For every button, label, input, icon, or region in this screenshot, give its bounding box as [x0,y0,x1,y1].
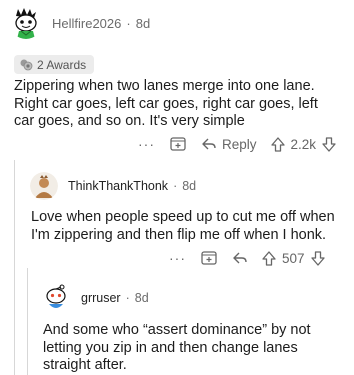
comment-1-body: Zippering when two lanes merge into one … [14,78,318,129]
comment-2-body: Love when people speed up to cut me off … [31,209,335,243]
reply-arrow-icon [233,252,247,264]
comment-1-actions: ··· Reply 2.2k [138,135,336,153]
reply-button[interactable] [232,251,248,265]
awards-badge[interactable]: 2 Awards [14,55,95,74]
more-icon[interactable]: ··· [138,136,155,152]
comment-2-header: ThinkThankThonk · 8d [30,171,196,201]
comment-1-username[interactable]: Hellfire2026 [52,16,121,31]
downvote-button[interactable] [310,250,325,266]
avatar-snoo-icon[interactable] [30,172,58,200]
downvote-icon [310,250,325,266]
upvote-button[interactable] [262,250,276,266]
reply-button[interactable]: Reply [201,137,257,152]
comment-3-body: And some who “assert dominance” by not l… [43,322,311,373]
gif-add-icon[interactable] [169,135,187,153]
comment-3-header: grruser · 8d [41,282,149,314]
comment-3-separator: · [125,291,130,305]
upvote-button[interactable] [270,136,285,152]
upvote-icon [270,136,285,152]
comment-2-username[interactable]: ThinkThankThonk [68,179,168,193]
comment-2-age: 8d [182,179,197,193]
upvote-icon [262,250,276,266]
comment-1-score: 2.2k [290,136,317,152]
comment-3-username[interactable]: grruser [81,291,121,305]
comment-1-separator: · [126,15,131,31]
avatar-snoo-icon[interactable] [41,283,71,313]
comment-3-age: 8d [134,291,149,305]
comment-2-separator: · [173,179,178,193]
reply-arrow-icon [202,138,216,150]
thread-line-level-2[interactable] [27,268,28,375]
thread-line-root[interactable] [14,160,15,375]
awards-label: 2 Awards [37,57,87,72]
avatar-snoo-icon[interactable] [10,7,42,39]
gif-add-icon[interactable] [200,249,218,267]
award-icon [20,59,33,70]
more-icon[interactable]: ··· [169,250,186,266]
downvote-icon [322,136,336,152]
reply-label: Reply [222,136,257,152]
downvote-button[interactable] [322,136,336,152]
comment-1-header: Hellfire2026 · 8d [10,6,150,40]
comment-2-actions: ··· 507 [169,249,325,267]
comment-1-age: 8d [135,15,151,31]
comment-2-score: 507 [282,250,305,266]
